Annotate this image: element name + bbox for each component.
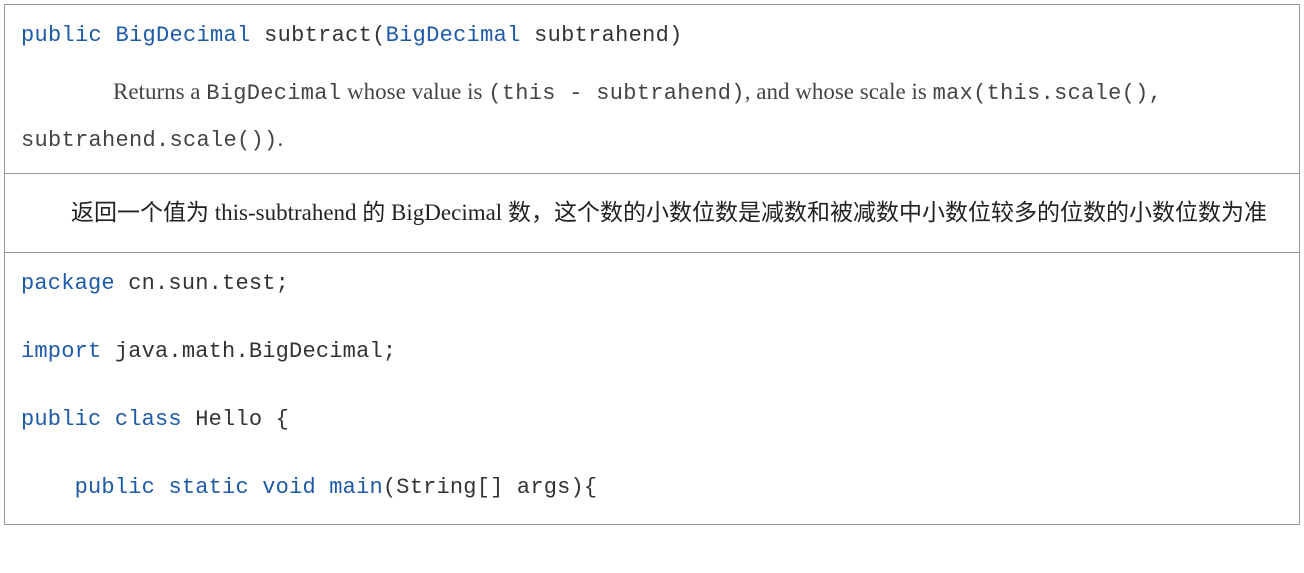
keyword-static: static xyxy=(168,475,248,500)
keyword-public-2: public xyxy=(21,407,101,432)
blank-line-3 xyxy=(21,443,1283,465)
desc-t2: whose value is xyxy=(341,79,488,104)
m-sp1 xyxy=(155,475,168,500)
type-bigdecimal-2: BigDecimal xyxy=(386,23,521,48)
main-rest: (String[] args){ xyxy=(383,475,597,500)
function-main: main xyxy=(329,475,383,500)
type-bigdecimal-1: BigDecimal xyxy=(116,23,251,48)
indent xyxy=(21,475,75,500)
desc-m1: BigDecimal xyxy=(206,81,341,106)
api-description-cell: public BigDecimal subtract(BigDecimal su… xyxy=(5,5,1299,174)
desc-t4: . xyxy=(278,126,284,151)
keyword-class: class xyxy=(115,407,182,432)
sig-space1 xyxy=(102,23,116,48)
keyword-public-3: public xyxy=(75,475,155,500)
code-line-package: package cn.sun.test; xyxy=(21,261,1283,307)
desc-t3: , and whose scale is xyxy=(745,79,933,104)
package-rest: cn.sun.test; xyxy=(115,271,289,296)
keyword-import: import xyxy=(21,339,101,364)
document-table: public BigDecimal subtract(BigDecimal su… xyxy=(4,4,1300,525)
method-description: Returns a BigDecimal whose value is (thi… xyxy=(21,69,1283,163)
code-line-class: public class Hello { xyxy=(21,397,1283,443)
import-rest: java.math.BigDecimal; xyxy=(101,339,396,364)
desc-t1: Returns a xyxy=(113,79,206,104)
cls-sp1 xyxy=(101,407,114,432)
code-example-cell: package cn.sun.test; import java.math.Bi… xyxy=(5,253,1299,524)
keyword-package: package xyxy=(21,271,115,296)
blank-line-2 xyxy=(21,375,1283,397)
blank-line-1 xyxy=(21,307,1283,329)
m-sp3 xyxy=(316,475,329,500)
method-name-open: subtract( xyxy=(264,23,386,48)
desc-m2: (this - subtrahend) xyxy=(488,81,745,106)
chinese-text: 返回一个值为 this-subtrahend 的 BigDecimal 数，这个… xyxy=(25,190,1279,236)
keyword-public: public xyxy=(21,23,102,48)
param-close: subtrahend) xyxy=(521,23,683,48)
sig-space2 xyxy=(251,23,265,48)
code-line-main: public static void main(String[] args){ xyxy=(21,465,1283,511)
m-sp2 xyxy=(249,475,262,500)
keyword-void: void xyxy=(262,475,316,500)
chinese-translation-cell: 返回一个值为 this-subtrahend 的 BigDecimal 数，这个… xyxy=(5,174,1299,253)
class-rest: Hello { xyxy=(182,407,289,432)
code-line-import: import java.math.BigDecimal; xyxy=(21,329,1283,375)
method-signature: public BigDecimal subtract(BigDecimal su… xyxy=(21,15,1283,57)
